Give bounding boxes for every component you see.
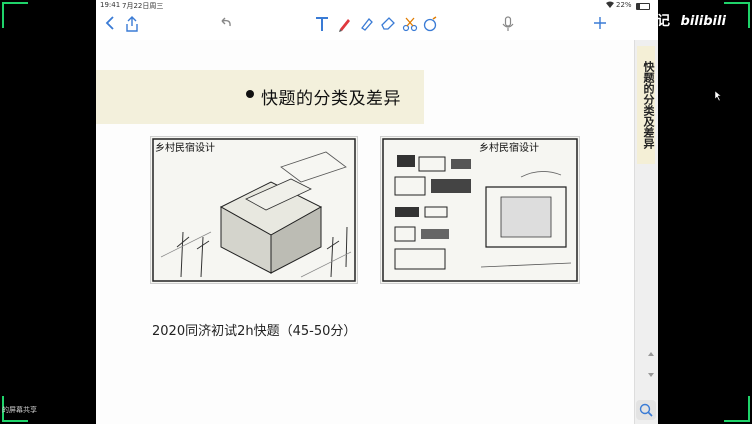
annotation-toolbar — [96, 12, 658, 41]
zoom-icon[interactable] — [636, 400, 656, 420]
channel-watermark: 匪山行记 bilibili — [618, 10, 726, 29]
chevron-left-icon[interactable] — [102, 16, 118, 36]
plus-icon[interactable] — [592, 16, 608, 36]
channel-name: 匪山行记 — [618, 14, 671, 29]
microphone-icon[interactable] — [500, 16, 516, 36]
highlighter-icon[interactable] — [358, 16, 374, 36]
sketch-caption: 2020同济初试2h快题（45-50分） — [152, 324, 357, 339]
sketch-axonometric: 乡村民宿设计 — [150, 136, 358, 284]
slide-title: 快题的分类及差异 — [261, 89, 401, 109]
bullet-point — [246, 90, 254, 98]
status-bar: 19:41 7月22日周三 22% — [96, 0, 658, 12]
overlay-corner-top-right — [724, 2, 750, 28]
text-tool-icon[interactable] — [314, 16, 330, 36]
screen-share-label: 的屏幕共享 — [2, 406, 37, 414]
shape-icon[interactable] — [422, 16, 438, 36]
wifi-icon — [606, 1, 614, 10]
eraser-icon[interactable] — [380, 16, 396, 36]
overlay-corner-top-left — [2, 2, 28, 28]
scroll-down-icon[interactable] — [647, 364, 655, 383]
bilibili-logo: bilibili — [680, 14, 726, 29]
scroll-up-icon[interactable] — [647, 350, 655, 360]
sketch-plans: 乡村民宿设计 — [380, 136, 580, 284]
pen-icon[interactable] — [336, 16, 352, 36]
outline-tab[interactable]: 快题的分类及差异 — [637, 46, 655, 164]
tablet-screen: 19:41 7月22日周三 22% 快题的分类及差异 乡村民宿设计 乡村民宿设计… — [96, 0, 658, 424]
battery-level: 22% — [616, 1, 632, 9]
lasso-icon[interactable] — [402, 16, 418, 36]
share-icon[interactable] — [124, 16, 140, 36]
overlay-corner-bottom-right — [724, 396, 750, 422]
status-time: 19:41 — [100, 1, 121, 9]
mouse-cursor-icon — [714, 86, 723, 105]
status-date: 7月22日周三 — [122, 2, 164, 10]
undo-icon[interactable] — [218, 16, 234, 36]
note-page[interactable]: 快题的分类及差异 乡村民宿设计 乡村民宿设计 2020同济初试2h快题（45-5… — [96, 40, 634, 424]
battery-icon — [636, 3, 650, 10]
